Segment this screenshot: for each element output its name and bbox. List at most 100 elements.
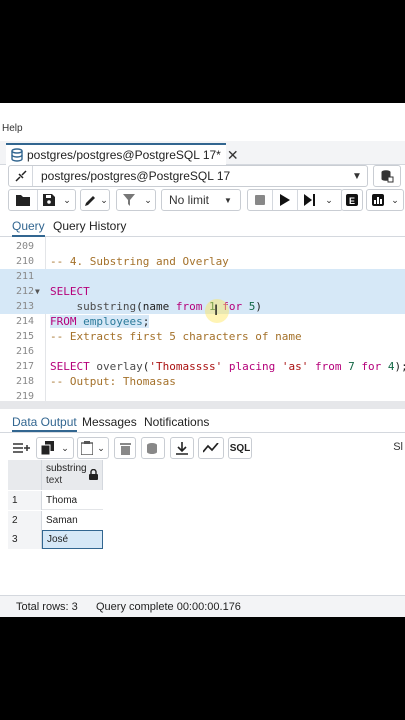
copy-icon (41, 441, 55, 455)
table-cell[interactable]: José (42, 530, 103, 549)
code-line-214: FROM employees; (50, 315, 150, 328)
connection-selector[interactable]: postgres/postgres@PostgreSQL 17 ▼ (8, 165, 368, 187)
table-row[interactable]: 2 Saman (8, 511, 103, 530)
graph-visualiser-button[interactable] (198, 437, 224, 459)
add-row-button[interactable] (8, 437, 36, 459)
close-tab-icon[interactable]: ✕ (227, 147, 239, 164)
tab-query[interactable]: Query (12, 219, 45, 237)
paste-button-group[interactable]: ⌄ (77, 437, 109, 459)
line-number: 212 (15, 286, 34, 297)
open-file-icon[interactable] (9, 190, 37, 210)
file-button-group: ⌄ (8, 189, 76, 211)
explain-dropdown-icon[interactable]: ⌄ (389, 190, 401, 210)
query-tool-tab-label: postgres/postgres@PostgreSQL 17* (27, 148, 221, 162)
toolbar-overflow-text: Sl (393, 441, 403, 453)
row-number: 1 (8, 491, 42, 510)
code-comment: -- 4. Substring and Overlay (50, 255, 229, 268)
save-data-icon (147, 442, 157, 454)
connection-value: postgres/postgres@PostgreSQL 17 (41, 169, 231, 183)
editor-line: 218 -- Output: Thomasas (0, 374, 405, 389)
explain-analyze-group: ⌄ (366, 189, 404, 211)
stop-icon[interactable] (248, 190, 272, 210)
edit-button-group: ⌄ (80, 189, 110, 211)
filter-button-group: ⌄ (116, 189, 156, 211)
editor-line: 212 ▼ SELECT (0, 284, 405, 299)
execute-script-icon[interactable] (298, 190, 322, 210)
delete-button[interactable] (114, 437, 136, 459)
save-dropdown-icon[interactable]: ⌄ (60, 190, 74, 210)
explain-analyze-icon[interactable] (367, 190, 389, 210)
fold-chevron-icon[interactable]: ▼ (35, 284, 40, 299)
code-keyword: SELECT (50, 285, 90, 298)
chevron-down-icon: ▼ (224, 195, 232, 205)
editor-line: 211 (0, 269, 405, 284)
editor-line: 214 FROM employees; (0, 314, 405, 329)
output-panel-tabs: Data Output Messages Notifications (0, 413, 405, 433)
line-number: 210 (15, 256, 34, 267)
code-line-213: substring(name from 1 for 5) (76, 300, 262, 313)
connection-status-icon (9, 166, 33, 186)
copy-button-group[interactable]: ⌄ (36, 437, 74, 459)
sql-button[interactable]: SQL (228, 437, 252, 459)
column-header[interactable]: substring text (42, 460, 103, 490)
query-panel-tabs: Query Query History (0, 217, 405, 237)
editor-line: 219 (0, 389, 405, 402)
tab-notifications[interactable]: Notifications (144, 415, 209, 429)
explain-button[interactable]: E (341, 189, 363, 211)
tab-query-history[interactable]: Query History (53, 219, 126, 233)
paste-icon (81, 441, 94, 455)
status-bar: Total rows: 3 Query complete 00:00:00.17… (0, 595, 405, 617)
query-toolbar: ⌄ ⌄ ⌄ No limit ▼ ⌄ E ⌄ (0, 189, 405, 215)
sql-label: SQL (229, 442, 251, 454)
query-tool-icon (10, 147, 24, 163)
query-tool-tab[interactable]: postgres/postgres@PostgreSQL 17* ✕ (6, 143, 239, 165)
copy-dropdown-icon: ⌄ (61, 442, 69, 453)
pgadmin-window: Help postgres/postgres@PostgreSQL 17* ✕ … (0, 103, 405, 617)
pencil-icon[interactable] (81, 190, 99, 210)
code-comment: -- Output: Thomasas (50, 375, 176, 388)
line-number: 215 (15, 331, 34, 342)
code-comment: -- Extracts first 5 characters of name (50, 330, 302, 343)
table-row[interactable]: 3 José (8, 530, 103, 549)
edit-dropdown-icon[interactable]: ⌄ (99, 190, 109, 210)
code-line-217: SELECT overlay('Thomassss' placing 'as' … (50, 360, 405, 373)
execute-play-icon[interactable] (273, 190, 297, 210)
editor-horizontal-scrollbar[interactable] (0, 401, 405, 409)
download-icon (176, 441, 188, 455)
limit-value: No limit (169, 193, 210, 207)
save-icon[interactable] (38, 190, 60, 210)
column-type: text (46, 475, 63, 486)
line-number: 211 (15, 271, 34, 282)
row-number: 3 (8, 530, 42, 549)
text-cursor-icon: I (214, 303, 219, 319)
grid-corner (8, 460, 42, 490)
paste-dropdown-icon: ⌄ (97, 442, 105, 453)
tab-data-output[interactable]: Data Output (12, 415, 77, 432)
tab-messages[interactable]: Messages (82, 415, 137, 429)
table-row[interactable]: 1 Thoma (8, 491, 103, 510)
total-rows: Total rows: 3 (16, 601, 78, 613)
table-cell[interactable]: Saman (42, 511, 103, 530)
editor-line: 215 -- Extracts first 5 characters of na… (0, 329, 405, 344)
line-number: 213 (15, 301, 34, 312)
editor-line: 209 (0, 239, 405, 254)
row-number: 2 (8, 511, 42, 530)
database-stack-icon (381, 170, 394, 183)
download-button[interactable] (170, 437, 194, 459)
help-menu[interactable]: Help (2, 123, 23, 134)
table-cell[interactable]: Thoma (42, 491, 103, 510)
sql-editor[interactable]: 209 210 -- 4. Substring and Overlay 211 … (0, 237, 405, 402)
editor-line: 216 (0, 344, 405, 359)
execute-dropdown-icon[interactable]: ⌄ (322, 190, 336, 210)
line-number: 209 (15, 241, 34, 252)
add-row-icon (13, 443, 30, 453)
query-status: Query complete 00:00:00.176 (96, 601, 241, 613)
limit-select[interactable]: No limit ▼ (161, 189, 241, 211)
filter-icon[interactable] (117, 190, 141, 210)
line-number: 217 (15, 361, 34, 372)
execute-button-group: ⌄ (247, 189, 343, 211)
save-data-button[interactable] (141, 437, 165, 459)
line-number: 216 (15, 346, 34, 357)
filter-dropdown-icon[interactable]: ⌄ (141, 190, 155, 210)
database-stack-button[interactable] (373, 165, 401, 187)
